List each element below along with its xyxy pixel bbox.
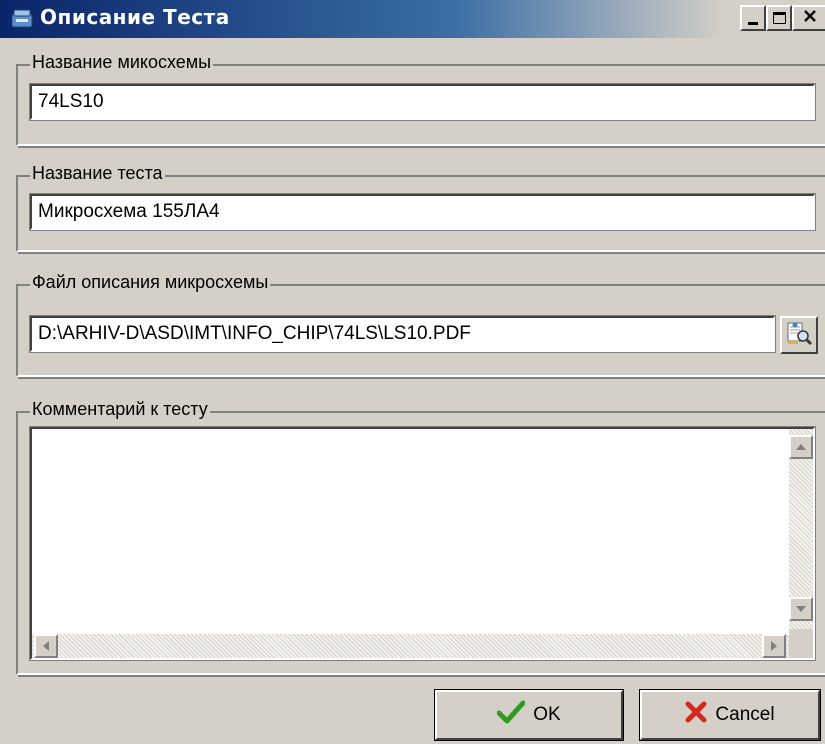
ok-button[interactable]: OK xyxy=(434,689,624,741)
horizontal-scrollbar[interactable] xyxy=(32,634,789,658)
comment-label: Комментарий к тесту xyxy=(30,399,210,420)
description-file-label: Файл описания микросхемы xyxy=(30,272,271,293)
cancel-button[interactable]: Cancel xyxy=(639,689,821,741)
chip-name-input[interactable]: 74LS10 xyxy=(29,83,816,121)
scroll-right-button[interactable] xyxy=(762,634,786,658)
maximize-button[interactable] xyxy=(766,5,792,31)
arrow-left-icon xyxy=(43,641,49,651)
description-file-input[interactable]: D:\ARHIV-D\ASD\IMT\INFO_CHIP\74LS\LS10.P… xyxy=(29,315,776,353)
ok-button-label: OK xyxy=(533,704,561,725)
test-name-label: Название теста xyxy=(30,163,165,184)
arrow-right-icon xyxy=(771,641,777,651)
arrow-up-icon xyxy=(796,444,806,450)
maximize-icon xyxy=(772,12,786,24)
comment-textarea[interactable] xyxy=(29,426,816,661)
close-icon xyxy=(803,9,817,27)
minimize-button[interactable] xyxy=(740,5,766,31)
cancel-button-label: Cancel xyxy=(715,704,775,725)
cancel-x-icon xyxy=(685,701,707,729)
browse-file-button[interactable] xyxy=(780,316,818,354)
vertical-scrollbar[interactable] xyxy=(789,429,813,629)
chip-name-label: Название микосхемы xyxy=(30,52,214,73)
browse-file-icon xyxy=(785,319,813,352)
scrollbar-corner xyxy=(789,629,813,658)
minimize-icon xyxy=(748,21,758,25)
scroll-up-button[interactable] xyxy=(789,435,813,459)
scroll-down-button[interactable] xyxy=(789,597,813,621)
scroll-left-button[interactable] xyxy=(34,634,58,658)
arrow-down-icon xyxy=(796,606,806,612)
window-title: Описание Теста xyxy=(40,5,230,29)
close-button[interactable] xyxy=(792,5,825,31)
app-icon xyxy=(10,8,34,30)
title-bar[interactable]: Описание Теста xyxy=(0,0,825,38)
test-name-input[interactable]: Микросхема 155ЛА4 xyxy=(29,193,816,231)
checkmark-icon xyxy=(496,700,526,730)
